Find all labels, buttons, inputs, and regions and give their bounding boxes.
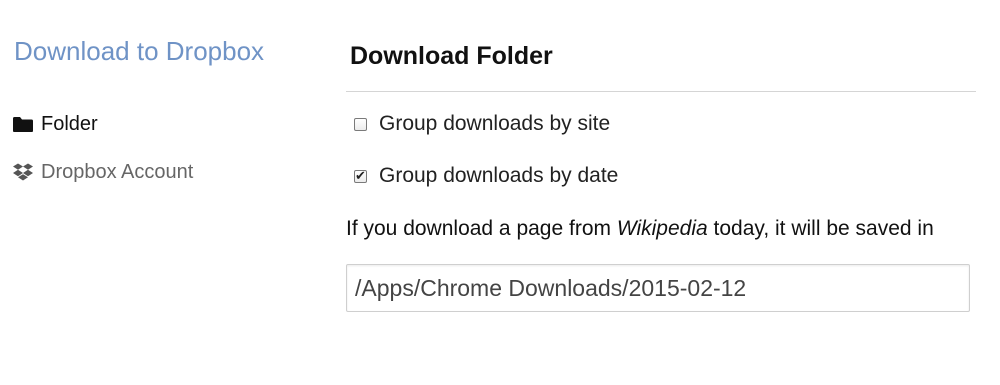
divider <box>346 91 976 92</box>
group-by-site-checkbox[interactable] <box>354 117 367 131</box>
group-by-date-option[interactable]: ✔ Group downloads by date <box>354 164 618 188</box>
app-title: Download to Dropbox <box>14 36 265 66</box>
checkmark-icon: ✔ <box>355 167 366 183</box>
sidebar: Download to Dropbox Folder Dropbox Accou… <box>0 0 330 385</box>
group-by-date-label: Group downloads by date <box>379 164 619 187</box>
sidebar-item-dropbox-account[interactable]: Dropbox Account <box>12 161 193 184</box>
info-site-name: Wikipedia <box>616 217 708 240</box>
info-suffix: today, it will be saved in <box>707 217 934 240</box>
dropbox-icon <box>12 163 34 182</box>
sidebar-item-label: Folder <box>41 113 98 135</box>
sidebar-item-label: Dropbox Account <box>41 161 194 183</box>
group-by-date-checkbox[interactable]: ✔ <box>354 167 367 183</box>
section-title: Download Folder <box>350 42 553 70</box>
group-by-site-label: Group downloads by site <box>379 112 611 135</box>
sidebar-item-folder[interactable]: Folder <box>12 113 98 136</box>
main-panel: Download Folder Group downloads by site … <box>346 0 976 385</box>
group-by-site-option[interactable]: Group downloads by site <box>354 112 610 136</box>
folder-icon <box>12 116 34 133</box>
save-path-field[interactable] <box>346 264 970 312</box>
info-prefix: If you download a page from <box>346 217 617 240</box>
save-location-info: If you download a page from Wikipedia to… <box>346 217 934 241</box>
